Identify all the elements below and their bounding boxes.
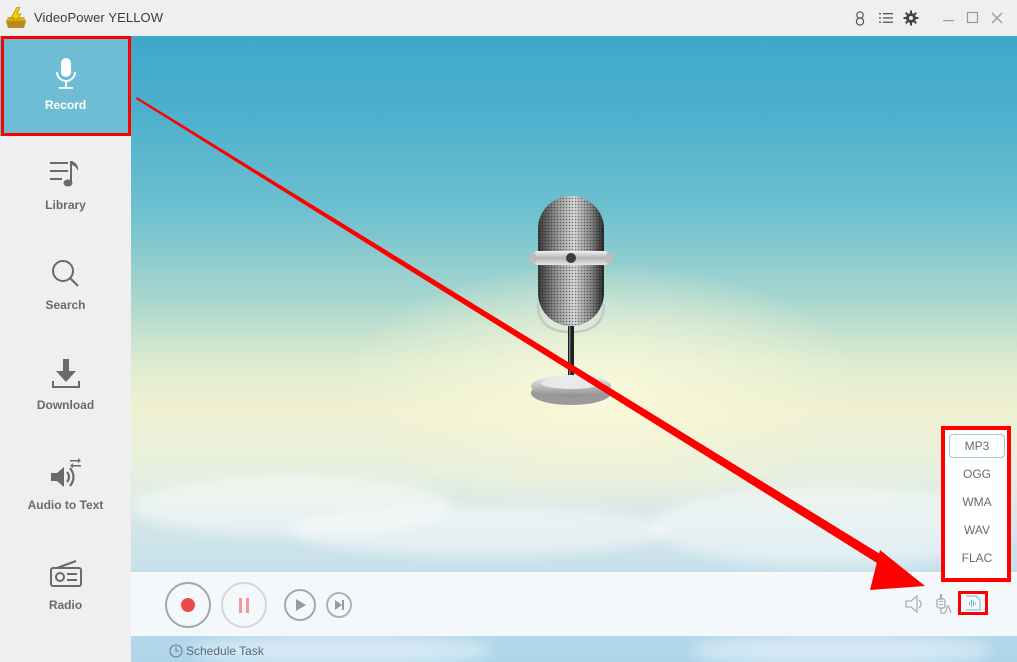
sidebar-item-download[interactable]: Download xyxy=(0,336,131,436)
output-format-button[interactable] xyxy=(958,591,988,615)
schedule-task-label: Schedule Task xyxy=(186,644,264,658)
app-title: VideoPower YELLOW xyxy=(34,10,164,25)
app-logo-icon xyxy=(6,7,26,28)
menu-list-icon[interactable] xyxy=(877,9,895,27)
sidebar-item-label: Library xyxy=(45,198,86,212)
sidebar-item-search[interactable]: Search xyxy=(0,236,131,336)
audio-file-format-icon xyxy=(966,595,981,611)
user-icon[interactable] xyxy=(851,9,869,27)
sidebar-item-label: Radio xyxy=(48,598,83,612)
background-cloud xyxy=(691,636,991,662)
sidebar: Record Library Search Download Audio to xyxy=(0,36,131,662)
format-option-flac[interactable]: FLAC xyxy=(949,546,1005,570)
playback-controls xyxy=(131,572,1017,636)
background-cloud xyxy=(291,506,671,556)
sidebar-item-radio[interactable]: Radio xyxy=(0,536,131,636)
clock-icon xyxy=(169,644,183,658)
pause-button[interactable] xyxy=(221,582,267,628)
sidebar-item-label: Download xyxy=(36,398,95,412)
download-icon xyxy=(48,356,84,392)
format-option-ogg[interactable]: OGG xyxy=(949,462,1005,486)
record-icon xyxy=(181,598,195,612)
schedule-task-link[interactable]: Schedule Task xyxy=(169,644,264,658)
play-button[interactable] xyxy=(284,589,316,621)
sidebar-item-record[interactable]: Record xyxy=(0,36,131,136)
minimize-icon[interactable] xyxy=(940,9,958,27)
sidebar-item-library[interactable]: Library xyxy=(0,136,131,236)
settings-gear-icon[interactable] xyxy=(902,9,920,27)
audio-to-text-icon xyxy=(48,456,84,492)
audio-input-icon[interactable] xyxy=(936,593,954,615)
skip-next-icon xyxy=(335,600,344,610)
sidebar-item-label: Search xyxy=(45,298,86,312)
maximize-icon[interactable] xyxy=(964,9,982,27)
music-library-icon xyxy=(48,156,84,192)
record-button[interactable] xyxy=(165,582,211,628)
sidebar-item-label: Audio to Text xyxy=(27,498,104,512)
search-icon xyxy=(48,256,84,292)
format-dropdown-menu: MP3 OGG WMA WAV FLAC xyxy=(941,426,1011,589)
format-option-wav[interactable]: WAV xyxy=(949,518,1005,542)
skip-next-button[interactable] xyxy=(326,592,352,618)
sidebar-item-audio-to-text[interactable]: Audio to Text xyxy=(0,436,131,536)
record-stage: Schedule Task MP3 OGG WMA WAV FLAC xyxy=(131,36,1017,662)
title-bar: VideoPower YELLOW xyxy=(0,0,1017,36)
format-option-mp3[interactable]: MP3 xyxy=(949,434,1005,458)
speaker-volume-icon[interactable] xyxy=(904,593,926,615)
format-option-wma[interactable]: WMA xyxy=(949,490,1005,514)
microphone-icon xyxy=(48,56,84,92)
pause-icon xyxy=(239,597,249,613)
app-window: VideoPower YELLOW Record Library Search … xyxy=(0,0,1017,662)
sidebar-item-label: Record xyxy=(44,98,87,112)
radio-icon xyxy=(48,556,84,592)
play-icon xyxy=(296,599,306,611)
microphone-illustration xyxy=(529,196,613,405)
close-icon[interactable] xyxy=(988,9,1006,27)
